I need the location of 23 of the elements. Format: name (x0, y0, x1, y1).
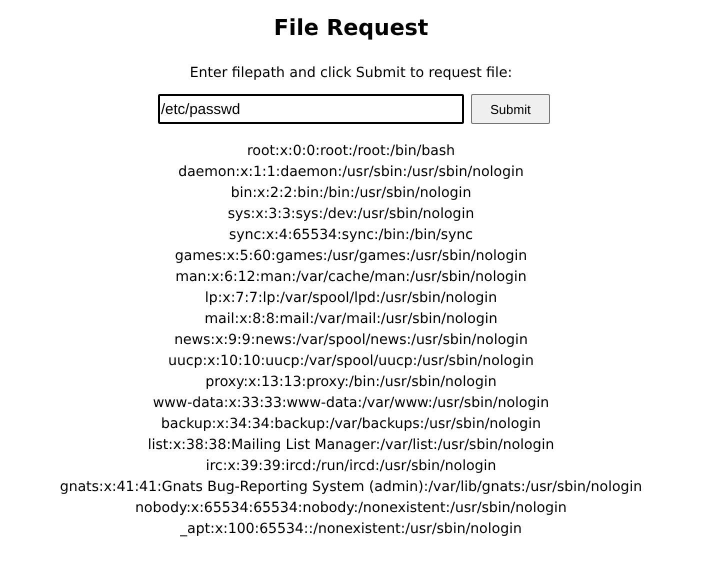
file-line: bin:x:2:2:bin:/bin:/usr/sbin/nologin (230, 184, 472, 203)
file-line: lp:x:7:7:lp:/var/spool/lpd:/usr/sbin/nologin (204, 289, 498, 308)
file-line: backup:x:34:34:backup:/var/backups:/usr/sbin/nologin (161, 415, 541, 434)
file-line: news:x:9:9:news:/var/spool/news:/usr/sbin/nologin (174, 331, 528, 350)
file-line: list:x:38:38:Mailing List Manager:/var/list:/usr/sbin/nologin (148, 436, 554, 455)
file-line: mail:x:8:8:mail:/var/mail:/usr/sbin/nologin (204, 310, 498, 329)
file-line: root:x:0:0:root:/root:/bin/bash (246, 142, 456, 161)
file-line: www-data:x:33:33:www-data:/var/www:/usr/sbin/nologin (152, 394, 550, 413)
file-line: gnats:x:41:41:Gnats Bug-Reporting System (admin):/var/lib/gnats:/usr/sbin/nologin (60, 478, 642, 497)
file-line: nobody:x:65534:65534:nobody:/nonexistent:/usr/sbin/nologin (135, 499, 567, 518)
file-line: sync:x:4:65534:sync:/bin:/bin/sync (229, 226, 473, 245)
filepath-field[interactable]: /etc/passwd (158, 94, 464, 124)
instruction-text: Enter filepath and click Submit to request file: (190, 64, 512, 83)
file-line: sys:x:3:3:sys:/dev:/usr/sbin/nologin (228, 205, 474, 224)
file-line: daemon:x:1:1:daemon:/usr/sbin:/usr/sbin/nologin (178, 163, 524, 182)
file-line: proxy:x:13:13:proxy:/bin:/usr/sbin/nologin (205, 373, 497, 392)
submit-button[interactable]: Submit (471, 94, 550, 124)
file-line: irc:x:39:39:ircd:/run/ircd:/usr/sbin/nologin (206, 457, 496, 476)
file-line: uucp:x:10:10:uucp:/var/spool/uucp:/usr/sbin/nologin (168, 352, 534, 371)
page-title: File Request (274, 15, 428, 43)
file-line: _apt:x:100:65534::/nonexistent:/usr/sbin/nologin (180, 520, 522, 539)
file-line: man:x:6:12:man:/var/cache/man:/usr/sbin/nologin (175, 268, 527, 287)
file-line: games:x:5:60:games:/usr/games:/usr/sbin/nologin (174, 247, 528, 266)
